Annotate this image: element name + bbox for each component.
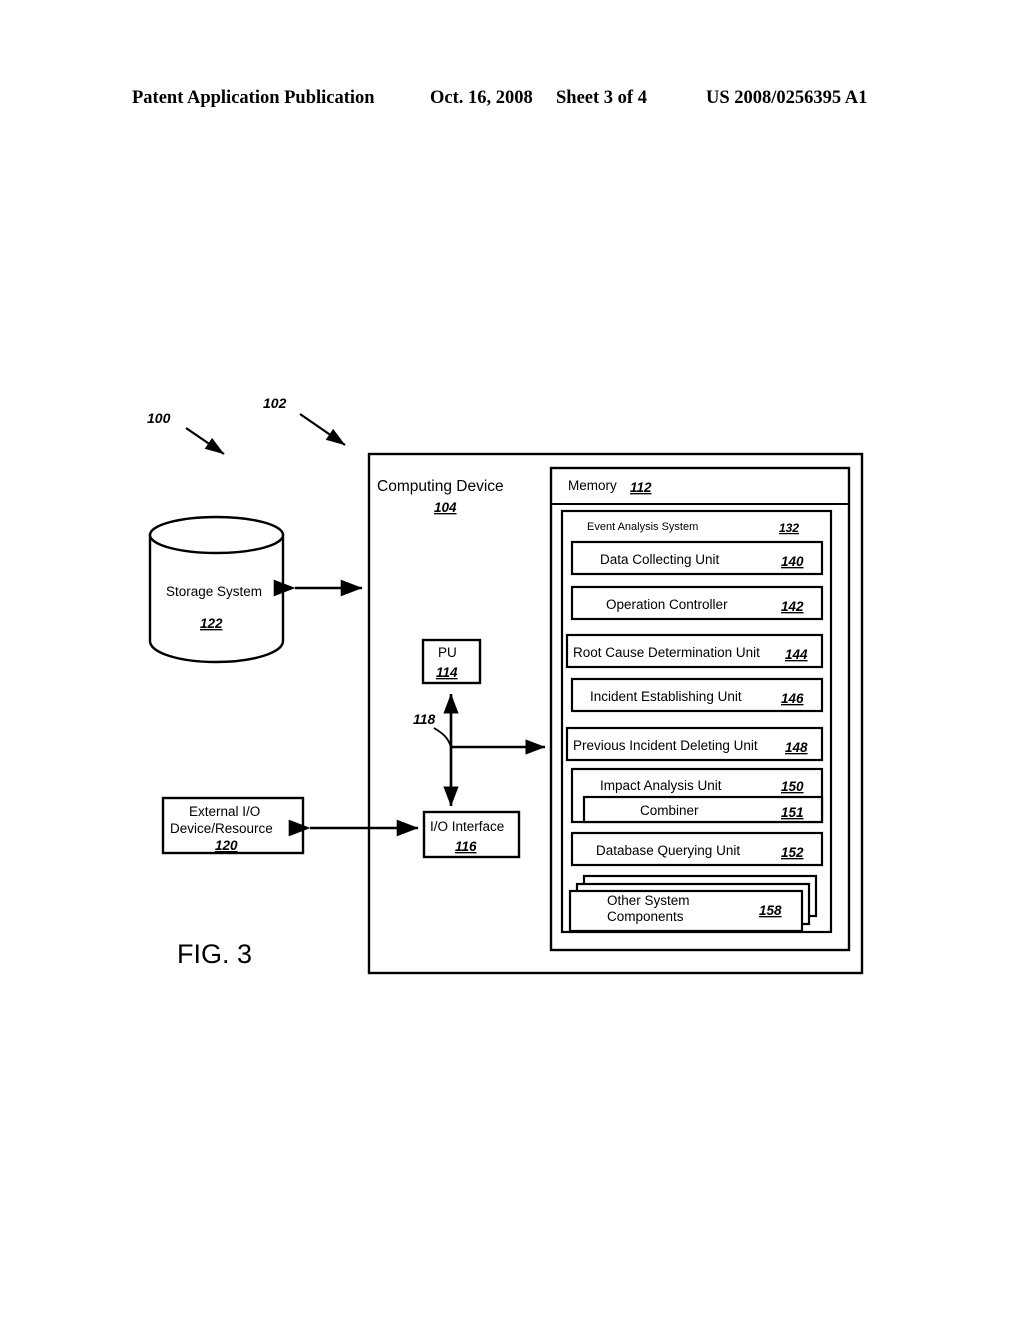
pu-ref: 114: [436, 665, 458, 680]
callout-118-label: 118: [413, 711, 436, 727]
unit-label-150: Impact Analysis Unit: [600, 778, 722, 793]
callout-102: 102: [263, 395, 346, 446]
computing-device-ref: 104: [434, 500, 457, 515]
external-io-line1: External I/O: [189, 804, 260, 819]
unit-label-140: Data Collecting Unit: [600, 552, 720, 567]
unit-data-collecting: Data Collecting Unit 140: [570, 540, 824, 576]
memory-label: Memory: [568, 478, 617, 493]
combiner-ref: 151: [781, 805, 804, 820]
callout-102-label: 102: [263, 395, 287, 411]
unit-label-152: Database Querying Unit: [596, 843, 740, 858]
storage-system-cylinder: Storage System 122: [148, 515, 285, 664]
unit-root-cause-determination: Root Cause Determination Unit 144: [565, 633, 824, 669]
event-analysis-system-label: Event Analysis System: [587, 521, 698, 533]
unit-previous-incident-deleting: Previous Incident Deleting Unit 148: [565, 726, 824, 762]
event-analysis-system-ref: 132: [779, 521, 799, 535]
unit-database-querying: Database Querying Unit 152: [570, 831, 824, 867]
unit-ref-146: 146: [781, 691, 804, 706]
callout-100-label: 100: [147, 410, 171, 426]
combiner-label: Combiner: [640, 803, 699, 818]
other-components-line2: Components: [607, 909, 684, 924]
io-interface-label: I/O Interface: [430, 819, 504, 834]
unit-label-142: Operation Controller: [606, 597, 728, 612]
figure-3-diagram: 100 102 Computing Device 104 Memory 112 …: [0, 0, 1024, 1320]
computing-device-label: Computing Device: [377, 478, 504, 495]
unit-impact-analysis: Impact Analysis Unit 150 Combiner 151: [570, 767, 824, 824]
unit-ref-144: 144: [785, 647, 808, 662]
unit-label-144: Root Cause Determination Unit: [573, 645, 760, 660]
unit-ref-152: 152: [781, 845, 804, 860]
external-io-line2: Device/Resource: [170, 821, 273, 836]
pu-label: PU: [438, 645, 457, 660]
unit-ref-148: 148: [785, 740, 808, 755]
memory-ref: 112: [630, 480, 652, 495]
unit-ref-150: 150: [781, 779, 804, 794]
io-interface-ref: 116: [455, 839, 477, 854]
unit-operation-controller: Operation Controller 142: [570, 585, 824, 621]
io-interface-box-group: I/O Interface 116: [422, 810, 521, 859]
external-io-ref: 120: [215, 838, 238, 853]
storage-system-ref: 122: [200, 616, 223, 631]
other-components-line1: Other System: [607, 893, 690, 908]
other-components-ref: 158: [759, 903, 782, 918]
storage-system-label: Storage System: [166, 584, 262, 599]
other-system-components-stack: Other System Components 158: [568, 874, 818, 933]
unit-ref-142: 142: [781, 599, 804, 614]
external-io-box-group: External I/O Device/Resource 120: [161, 796, 305, 855]
unit-ref-140: 140: [781, 554, 804, 569]
figure-label: FIG. 3: [177, 939, 252, 969]
unit-label-148: Previous Incident Deleting Unit: [573, 738, 758, 753]
unit-incident-establishing: Incident Establishing Unit 146: [570, 677, 824, 713]
pu-box-group: PU 114: [421, 638, 482, 685]
unit-label-146: Incident Establishing Unit: [590, 689, 742, 704]
callout-100: 100: [147, 410, 225, 455]
